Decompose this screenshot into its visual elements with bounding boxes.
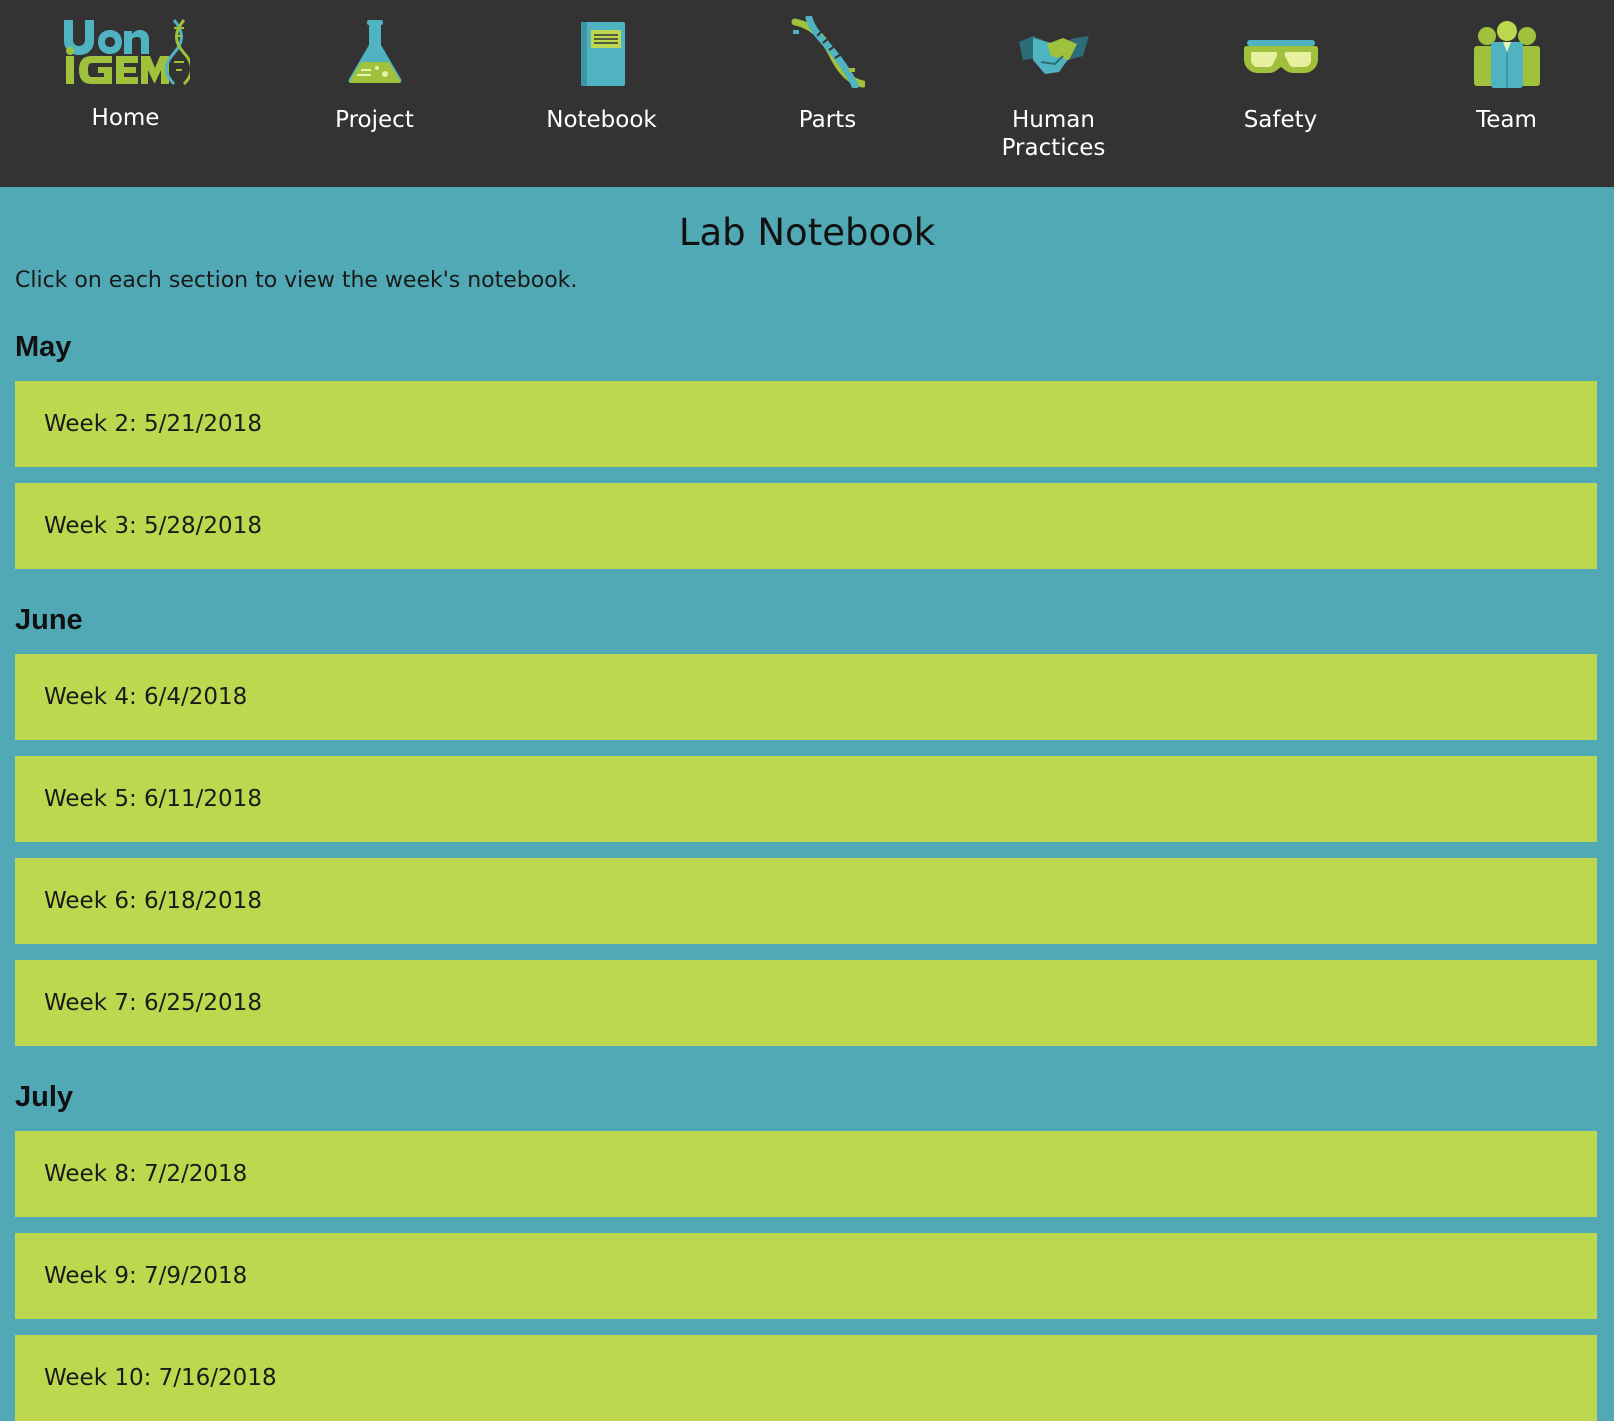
- uconn-igem-logo: [63, 19, 190, 86]
- team-icon: [1473, 21, 1540, 88]
- week-label: Week 4: 6/4/2018: [44, 684, 248, 710]
- week-section[interactable]: Week 8: 7/2/2018: [15, 1131, 1597, 1217]
- nav-item-home[interactable]: Home: [12, 0, 239, 187]
- page-title: Lab Notebook: [678, 211, 936, 254]
- week-label: Week 5: 6/11/2018: [44, 786, 262, 812]
- handshake-icon: [1018, 36, 1089, 74]
- month-heading-june: June: [15, 604, 83, 636]
- month-heading-may: May: [15, 331, 72, 363]
- week-section[interactable]: Week 10: 7/16/2018: [15, 1335, 1597, 1421]
- nav-item-project[interactable]: Project: [261, 0, 488, 187]
- week-label: Week 6: 6/18/2018: [44, 888, 262, 914]
- week-label: Week 8: 7/2/2018: [44, 1161, 248, 1187]
- week-section[interactable]: Week 9: 7/9/2018: [15, 1233, 1597, 1319]
- week-section[interactable]: Week 6: 6/18/2018: [15, 858, 1597, 944]
- nav-item-notebook[interactable]: Notebook: [488, 0, 715, 187]
- week-section[interactable]: Week 2: 5/21/2018: [15, 381, 1597, 467]
- nav-label-human-practices: Human Practices: [1001, 107, 1106, 161]
- dna-icon: [791, 16, 865, 88]
- week-section[interactable]: Week 3: 5/28/2018: [15, 483, 1597, 569]
- nav-item-safety[interactable]: Safety: [1167, 0, 1394, 187]
- week-label: Week 9: 7/9/2018: [44, 1263, 248, 1289]
- top-navigation: Home Project Notebook Parts Human Practi…: [0, 0, 1614, 187]
- nav-label-notebook: Notebook: [546, 107, 657, 133]
- week-label: Week 2: 5/21/2018: [44, 411, 262, 437]
- intro-text: Click on each section to view the week's…: [15, 268, 578, 293]
- nav-item-parts[interactable]: Parts: [714, 0, 941, 187]
- nav-item-human-practices[interactable]: Human Practices: [940, 0, 1167, 187]
- week-section[interactable]: Week 5: 6/11/2018: [15, 756, 1597, 842]
- week-section[interactable]: Week 4: 6/4/2018: [15, 654, 1597, 740]
- flask-icon: [348, 20, 401, 83]
- nav-item-team[interactable]: Team: [1393, 0, 1614, 187]
- nav-label-safety: Safety: [1243, 107, 1318, 133]
- nav-label-home: Home: [91, 105, 160, 131]
- goggles-icon: [1243, 40, 1318, 73]
- nav-label-project: Project: [335, 107, 414, 133]
- week-label: Week 7: 6/25/2018: [44, 990, 262, 1016]
- nav-label-parts: Parts: [798, 107, 857, 133]
- week-section[interactable]: Week 7: 6/25/2018: [15, 960, 1597, 1046]
- notebook-icon: [580, 22, 625, 86]
- week-label: Week 10: 7/16/2018: [44, 1365, 277, 1391]
- month-heading-july: July: [15, 1081, 74, 1113]
- week-label: Week 3: 5/28/2018: [44, 513, 262, 539]
- nav-label-team: Team: [1476, 107, 1537, 133]
